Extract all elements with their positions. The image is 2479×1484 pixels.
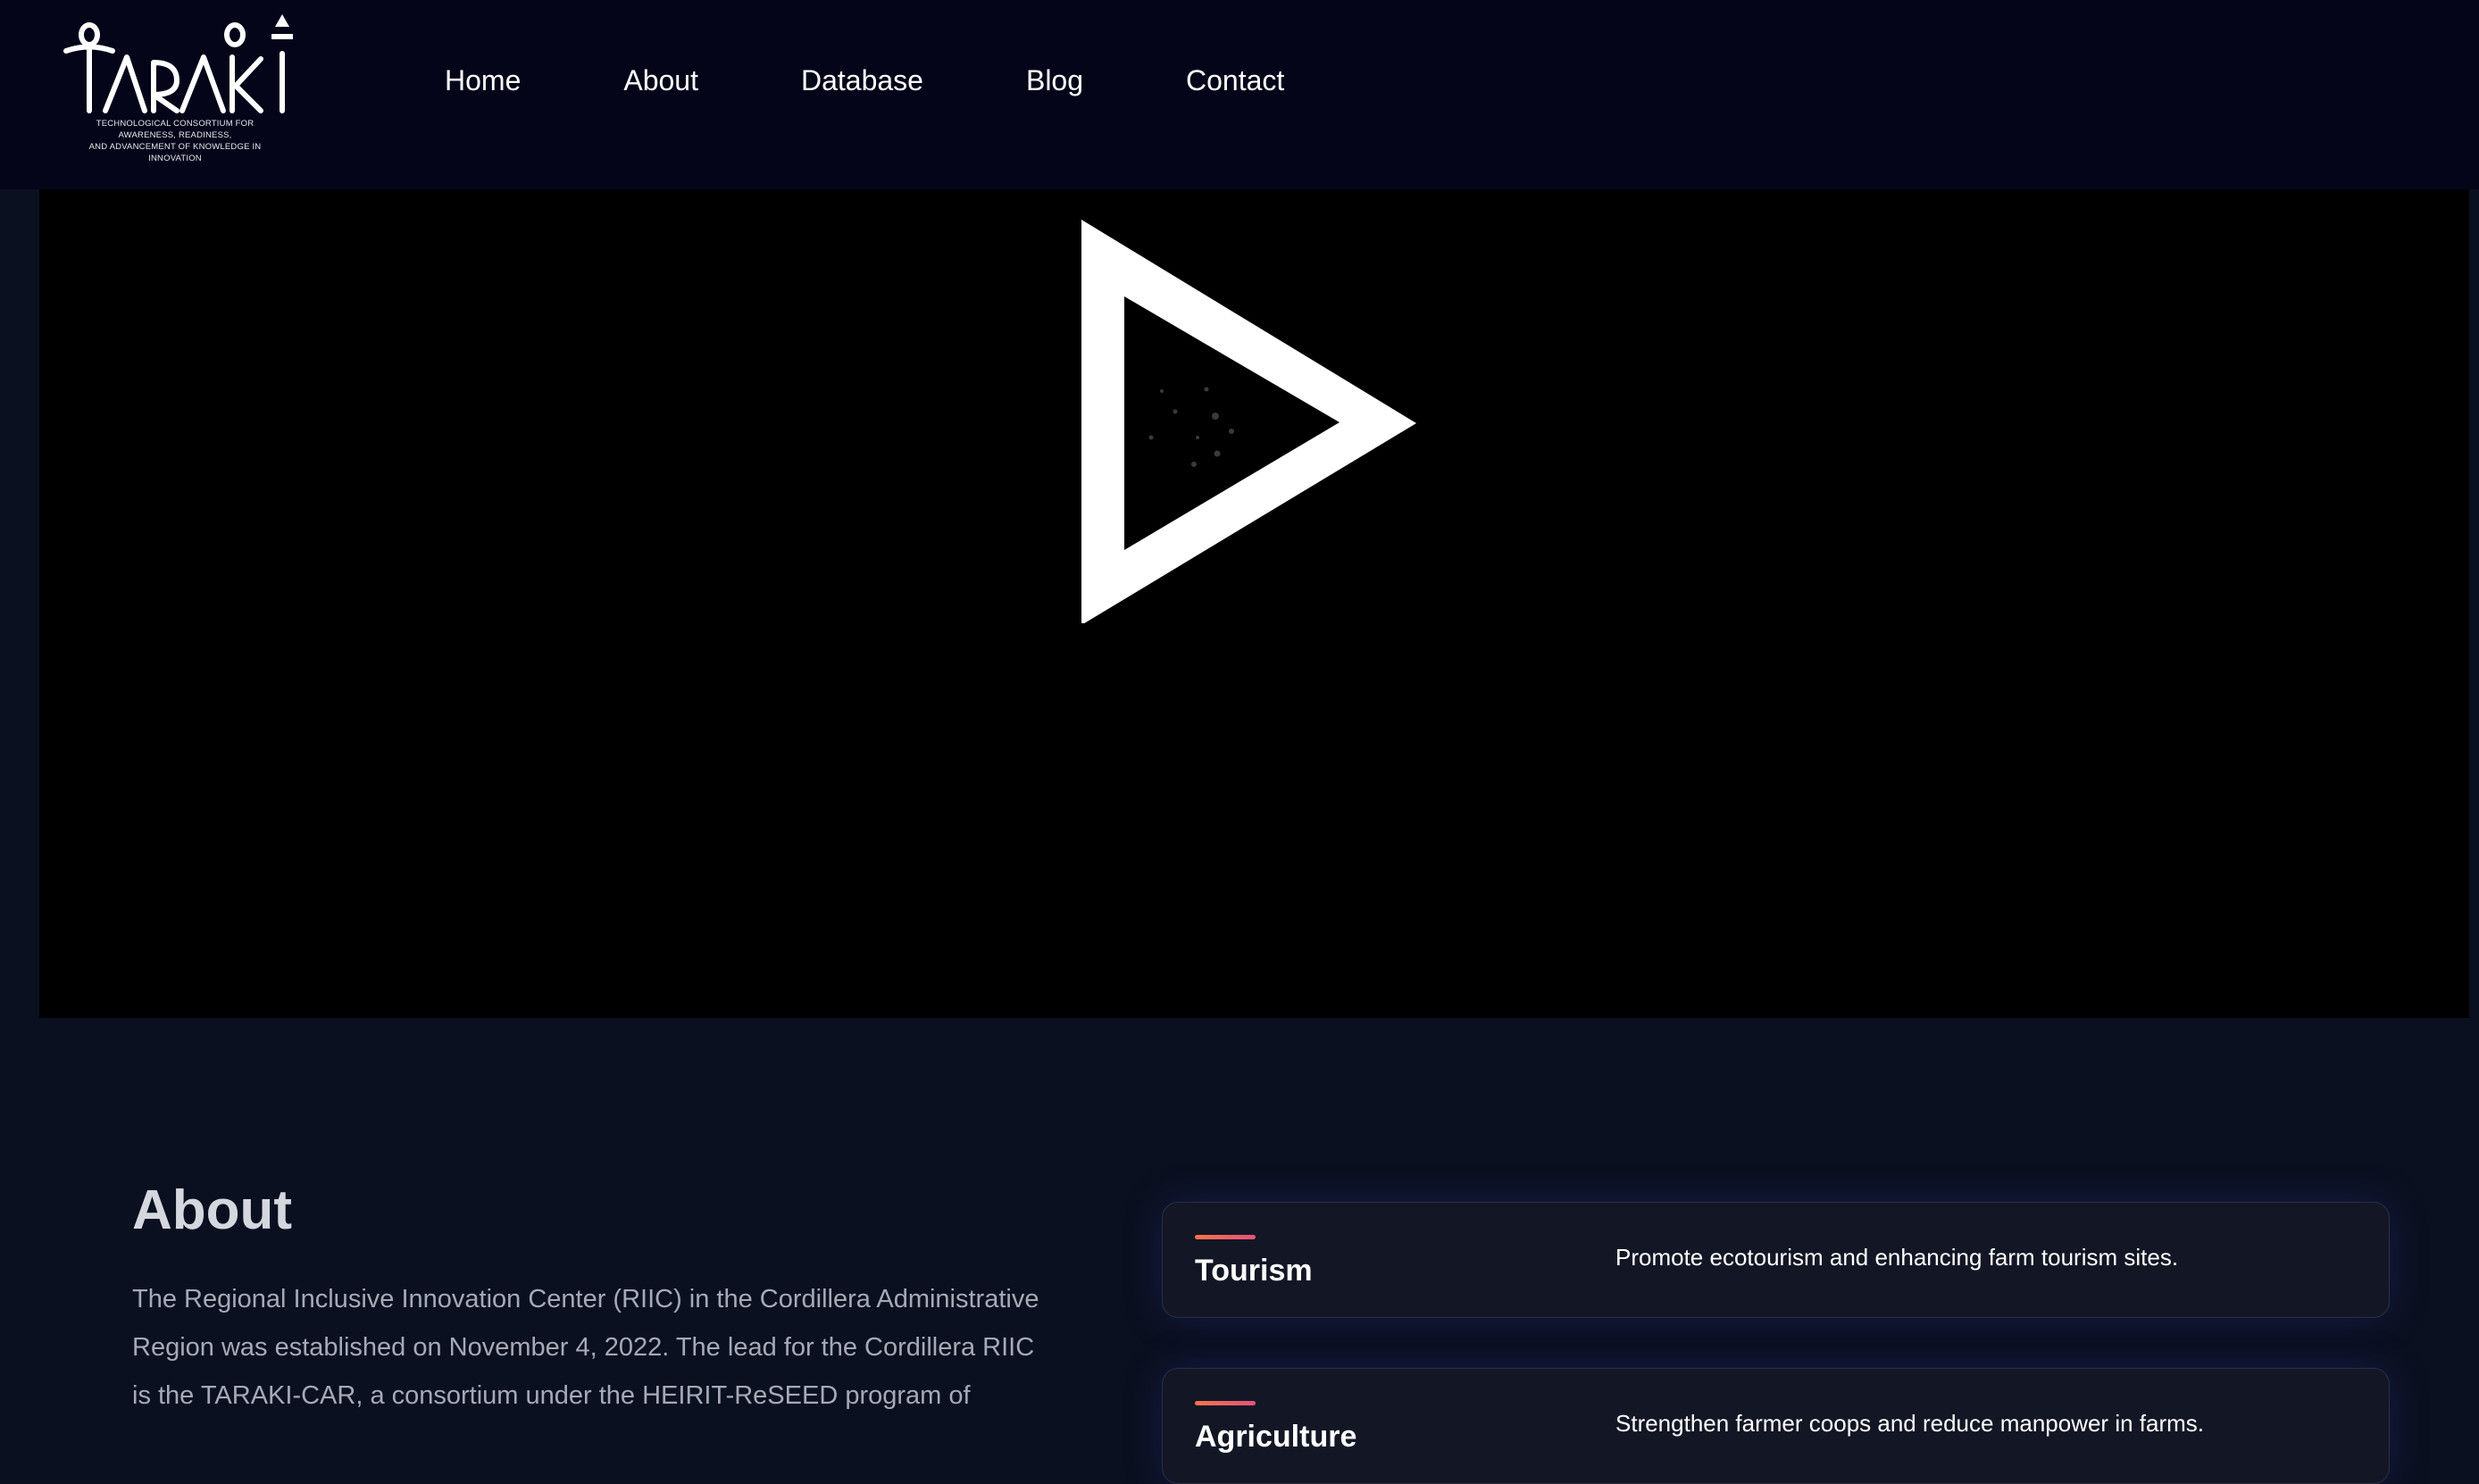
hero-video[interactable] xyxy=(39,189,2469,1018)
card-description: Promote ecotourism and enhancing farm to… xyxy=(1615,1244,2179,1271)
nav-about[interactable]: About xyxy=(623,63,698,98)
nav-blog[interactable]: Blog xyxy=(1026,63,1083,98)
about-paragraph: The Regional Inclusive Innovation Center… xyxy=(132,1285,1039,1410)
card-tourism: Tourism Promote ecotourism and enhancing… xyxy=(1162,1202,2390,1318)
logo-tagline-line2: AND ADVANCEMENT OF KNOWLEDGE IN INNOVATI… xyxy=(88,142,262,163)
card-accent-bar xyxy=(1195,1235,1256,1239)
about-heading: About xyxy=(132,1180,293,1241)
site-header: TECHNOLOGICAL CONSORTIUM FOR AWARENESS, … xyxy=(0,0,2479,189)
logo-tagline-line1: TECHNOLOGICAL CONSORTIUM FOR AWARENESS, … xyxy=(96,119,255,140)
main-nav: Home About Database Blog Contact xyxy=(445,63,1284,98)
nav-database[interactable]: Database xyxy=(801,63,923,98)
card-agriculture: Agriculture Strengthen farmer coops and … xyxy=(1162,1368,2390,1484)
nav-home[interactable]: Home xyxy=(445,63,521,98)
nav-contact[interactable]: Contact xyxy=(1186,63,1284,98)
logo-tagline: TECHNOLOGICAL CONSORTIUM FOR AWARENESS, … xyxy=(71,118,279,164)
card-description: Strengthen farmer coops and reduce manpo… xyxy=(1615,1410,2205,1437)
card-title: Agriculture xyxy=(1195,1420,1357,1454)
play-triangle-icon[interactable] xyxy=(1064,204,1439,623)
card-title: Tourism xyxy=(1195,1254,1313,1288)
card-accent-bar xyxy=(1195,1401,1256,1405)
